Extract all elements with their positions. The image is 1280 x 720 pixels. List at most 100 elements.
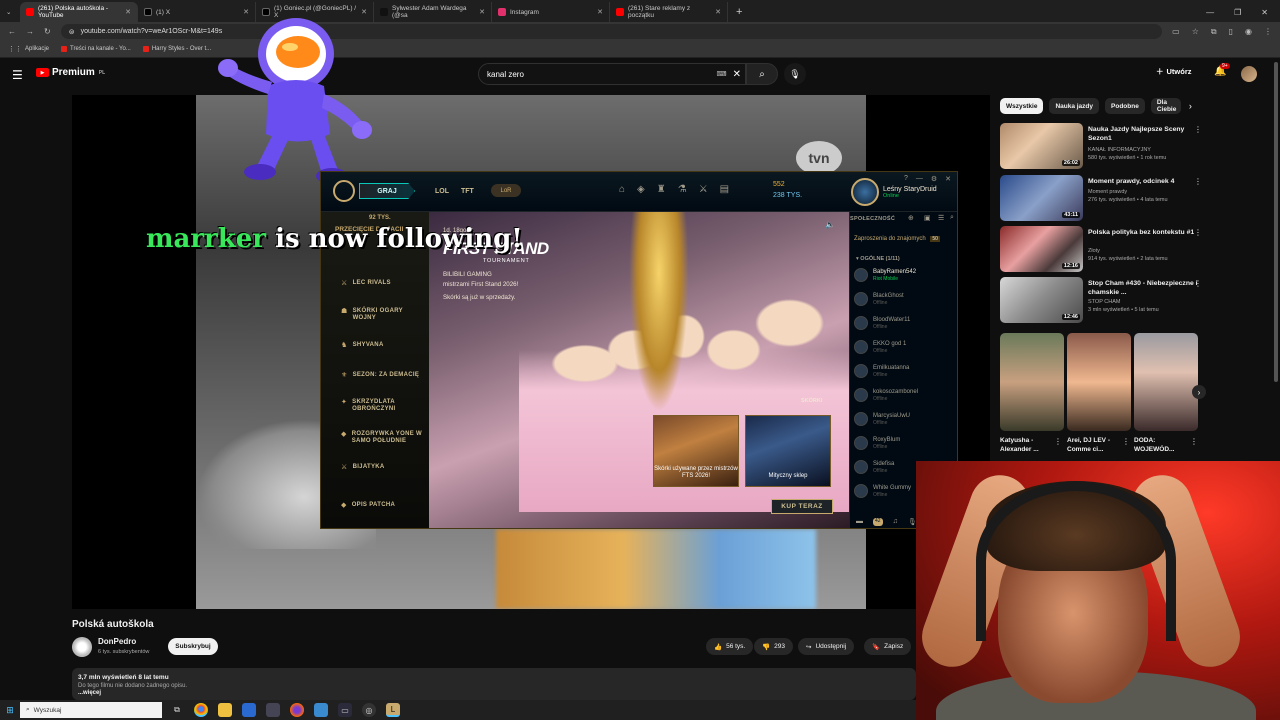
share-button[interactable]: ↪ Udostępnij: [798, 638, 855, 655]
menu-dots-icon[interactable]: ⋮: [1264, 27, 1272, 37]
friend-row[interactable]: BlackGhost Offline: [854, 292, 904, 306]
more-actions-icon[interactable]: ⋮: [1190, 437, 1198, 446]
play-button[interactable]: GRAJ: [359, 183, 415, 199]
more-actions-icon[interactable]: ⋮: [1194, 177, 1202, 186]
channel-avatar[interactable]: [72, 637, 92, 657]
chrome-icon[interactable]: [194, 703, 208, 717]
minimize-icon[interactable]: —: [1206, 8, 1214, 17]
search-icon[interactable]: ⌕: [950, 214, 954, 222]
subscribe-button[interactable]: Subskrybuj: [168, 638, 218, 655]
bookmark-harry-styles[interactable]: Harry Styles - Over t...: [142, 46, 211, 52]
chip-all[interactable]: Wszystkie: [1000, 98, 1044, 114]
chat-icon[interactable]: ▬: [856, 518, 863, 526]
lol-logo-icon[interactable]: [333, 180, 355, 202]
short-title[interactable]: Arei, DJ LEV - Comme ci...: [1067, 436, 1117, 454]
league-client-icon[interactable]: L: [386, 703, 400, 717]
back-icon[interactable]: ←: [8, 27, 16, 36]
mythic-shop-card[interactable]: Mityczny sklep: [745, 415, 831, 487]
voice-search-button[interactable]: 🎙: [784, 63, 806, 85]
firefox-icon[interactable]: [290, 703, 304, 717]
friend-row[interactable]: Sidefisa Offline: [854, 460, 894, 474]
youtube-logo[interactable]: ▶ Premium PL: [36, 67, 105, 78]
sidebar-item-patch[interactable]: ◆ OPIS PATCHA: [341, 502, 427, 509]
description-box[interactable]: 3,7 mln wyświetleń 8 lat temu Do tego fi…: [72, 668, 916, 700]
tab-close-icon[interactable]: ✕: [715, 8, 721, 16]
store-icon[interactable]: ⚔: [699, 184, 708, 195]
folder-icon[interactable]: ▣: [924, 214, 931, 222]
friend-row[interactable]: BabyRamen542 Riot Mobile: [854, 268, 916, 282]
more-actions-icon[interactable]: ⋮: [1194, 279, 1202, 288]
store-icon[interactable]: [242, 703, 256, 717]
friend-row[interactable]: Emilkuatanna Offline: [854, 364, 909, 378]
page-scrollbar[interactable]: [1274, 62, 1278, 382]
profile-icon[interactable]: ◉: [1245, 27, 1252, 37]
tab-close-icon[interactable]: ✕: [479, 8, 485, 16]
friend-group-general[interactable]: ▾ OGÓLNE (1/11): [856, 256, 900, 262]
save-button[interactable]: 🔖 Zapisz: [864, 638, 912, 655]
list-icon[interactable]: ☰: [938, 214, 944, 222]
recommended-video[interactable]: 12:16 Polska polityka bez kontekstu #1 Z…: [1000, 226, 1210, 274]
search-button[interactable]: ⌕: [746, 63, 778, 85]
chevron-right-icon[interactable]: ›: [1192, 385, 1206, 399]
buy-now-button[interactable]: KUP TERAZ: [771, 499, 833, 514]
taskbar-search-input[interactable]: ⌕ Wyszukaj: [20, 702, 162, 718]
sidebar-item-lec-rivals[interactable]: ⚔ LEC RIVALS: [341, 280, 427, 287]
chevron-right-icon[interactable]: ›: [1189, 101, 1192, 111]
app-icon-2[interactable]: ▭: [338, 703, 352, 717]
recommended-video[interactable]: 43:11 Moment prawdy, odcinek 4 Moment pr…: [1000, 175, 1210, 223]
hamburger-menu-icon[interactable]: ☰: [12, 68, 23, 82]
tab-menu-button[interactable]: ⌄: [0, 2, 20, 22]
home-icon[interactable]: ⌂: [619, 184, 625, 195]
account-avatar[interactable]: [1241, 66, 1257, 82]
sidebar-icon[interactable]: ▯: [1229, 27, 1233, 37]
sidebar-item-season[interactable]: ⚜ SEZON: ZA DEMACIĘ: [341, 372, 427, 379]
create-button[interactable]: ＋ Utwórz: [1156, 66, 1192, 77]
extensions-icon[interactable]: ⧉: [1211, 27, 1217, 37]
browser-tab-instagram[interactable]: Instagram ✕: [492, 2, 610, 22]
short-title[interactable]: Katyusha - Alexander ...: [1000, 436, 1050, 454]
friend-row[interactable]: EKKO god 1 Offline: [854, 340, 906, 354]
sound-icon[interactable]: 🔈: [825, 220, 835, 229]
browser-tab-youtube[interactable]: (261) Polska autoškola - YouTube ✕: [20, 2, 138, 22]
lol-banner[interactable]: 1d. 18godz. FIRST STAND TOURNAMENT BILIB…: [429, 212, 849, 528]
reload-icon[interactable]: ↻: [44, 27, 51, 36]
profile-nav-icon[interactable]: ◈: [637, 184, 645, 195]
voice-icon[interactable]: ♫: [893, 518, 898, 526]
settings-icon[interactable]: ⚙: [931, 175, 937, 183]
sidebar-item-winged[interactable]: ✦ SKRZYDLATA OBROŃCZYNI: [341, 399, 427, 413]
forward-icon[interactable]: →: [26, 27, 34, 36]
clear-search-icon[interactable]: ✕: [733, 69, 741, 80]
more-actions-icon[interactable]: ⋮: [1194, 125, 1202, 134]
chip-for-you[interactable]: Dla Ciebie: [1150, 98, 1181, 114]
notifications-button[interactable]: 🔔 9+: [1214, 63, 1230, 77]
media-icon[interactable]: [266, 703, 280, 717]
browser-tab-tiktok[interactable]: Sylwester Adam Wardega (@sa ✕: [374, 2, 492, 22]
chip-driving[interactable]: Nauka jazdy: [1049, 98, 1100, 114]
add-friend-icon[interactable]: ⊕: [908, 214, 914, 222]
dislike-button[interactable]: 👎 293: [754, 638, 793, 655]
short-title[interactable]: DODA: WOJEWÓD...: [1134, 436, 1184, 454]
more-actions-icon[interactable]: ⋮: [1194, 228, 1202, 237]
file-explorer-icon[interactable]: [218, 703, 232, 717]
short-thumbnail[interactable]: [1134, 333, 1198, 431]
keyboard-icon[interactable]: ⌨: [717, 70, 727, 78]
sidebar-item-shyvana[interactable]: ♞ SHYVANA: [341, 342, 427, 349]
task-view-icon[interactable]: ⧉: [170, 703, 184, 717]
more-actions-icon[interactable]: ⋮: [1054, 437, 1062, 446]
sidebar-item-brawl[interactable]: ⚔ BIJATYKA: [341, 464, 427, 471]
friend-row[interactable]: BloodWater11 Offline: [854, 316, 910, 330]
close-window-icon[interactable]: ✕: [1261, 8, 1268, 17]
search-input[interactable]: kanal zero ⌨ ✕: [478, 63, 746, 85]
cast-icon[interactable]: ▭: [1172, 27, 1180, 37]
bookmark-channel-content[interactable]: Treści na kanale - Yo...: [61, 46, 131, 52]
tab-close-icon[interactable]: ✕: [597, 8, 603, 16]
like-button[interactable]: 👍 56 tys.: [706, 638, 754, 655]
friend-row[interactable]: White Gummy Offline: [854, 484, 911, 498]
chip-similar[interactable]: Podobne: [1105, 98, 1145, 114]
app-icon[interactable]: [314, 703, 328, 717]
show-more-link[interactable]: ...więcej: [78, 690, 910, 696]
missions-icon[interactable]: ▤: [720, 184, 729, 195]
short-thumbnail[interactable]: [1067, 333, 1131, 431]
short-thumbnail[interactable]: [1000, 333, 1064, 431]
skins-card[interactable]: Skórki używane przez mistrzów FTS 2026!: [653, 415, 739, 487]
